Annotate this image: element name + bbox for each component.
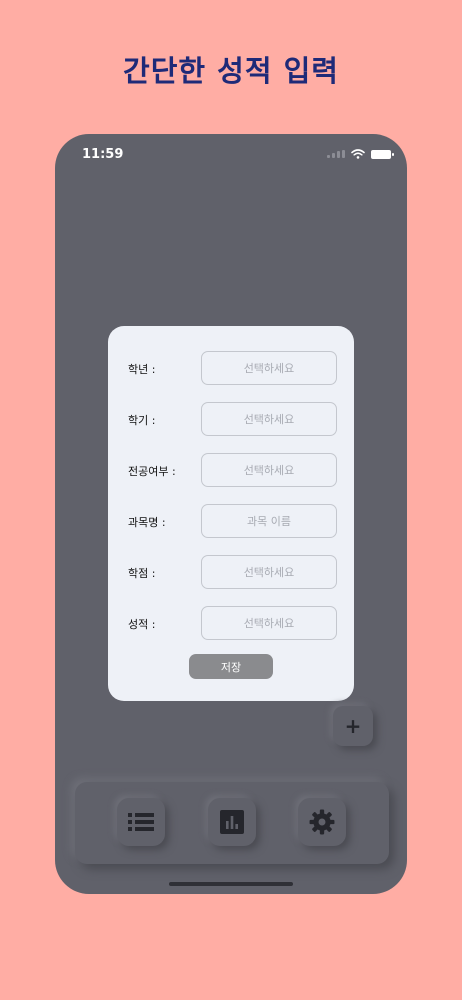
major-label: 전공여부 :	[128, 465, 176, 478]
semester-select[interactable]: 선택하세요	[201, 402, 337, 436]
form-row-year: 학년 : 선택하세요	[108, 351, 354, 385]
phone-screen: 11:59 학년 : 선택하세요 학기 : 선택하세요 전공여부 : 선택하세요…	[55, 134, 407, 894]
home-indicator	[169, 882, 293, 886]
status-time: 11:59	[82, 147, 124, 162]
grade-input-modal: 학년 : 선택하세요 학기 : 선택하세요 전공여부 : 선택하세요 과목명 :…	[108, 326, 354, 701]
form-row-semester: 학기 : 선택하세요	[108, 402, 354, 436]
subject-name-input[interactable]: 과목 이름	[201, 504, 337, 538]
tab-bar	[75, 782, 389, 864]
subject-label: 과목명 :	[128, 516, 166, 529]
battery-icon	[371, 149, 394, 159]
grade-select[interactable]: 선택하세요	[201, 606, 337, 640]
form-row-subject: 과목명 : 과목 이름	[108, 504, 354, 538]
add-button[interactable]: +	[333, 706, 373, 746]
list-icon	[128, 813, 154, 831]
credit-select[interactable]: 선택하세요	[201, 555, 337, 589]
signal-icon	[327, 150, 345, 158]
form-row-grade: 성적 : 선택하세요	[108, 606, 354, 640]
form-row-credit: 학점 : 선택하세요	[108, 555, 354, 589]
semester-label: 학기 :	[128, 414, 156, 427]
tab-stats[interactable]	[208, 798, 256, 846]
major-select[interactable]: 선택하세요	[201, 453, 337, 487]
page-headline: 간단한 성적 입력	[123, 54, 339, 88]
year-label: 학년 :	[128, 363, 156, 376]
tab-list[interactable]	[117, 798, 165, 846]
save-button[interactable]: 저장	[189, 654, 273, 679]
tab-settings[interactable]	[298, 798, 346, 846]
wifi-icon	[351, 149, 365, 159]
bar-chart-icon	[220, 810, 244, 834]
credit-label: 학점 :	[128, 567, 156, 580]
form-row-major: 전공여부 : 선택하세요	[108, 453, 354, 487]
year-select[interactable]: 선택하세요	[201, 351, 337, 385]
grade-label: 성적 :	[128, 618, 156, 631]
status-icons	[327, 149, 394, 159]
gear-icon	[309, 809, 335, 835]
plus-icon: +	[344, 714, 362, 738]
